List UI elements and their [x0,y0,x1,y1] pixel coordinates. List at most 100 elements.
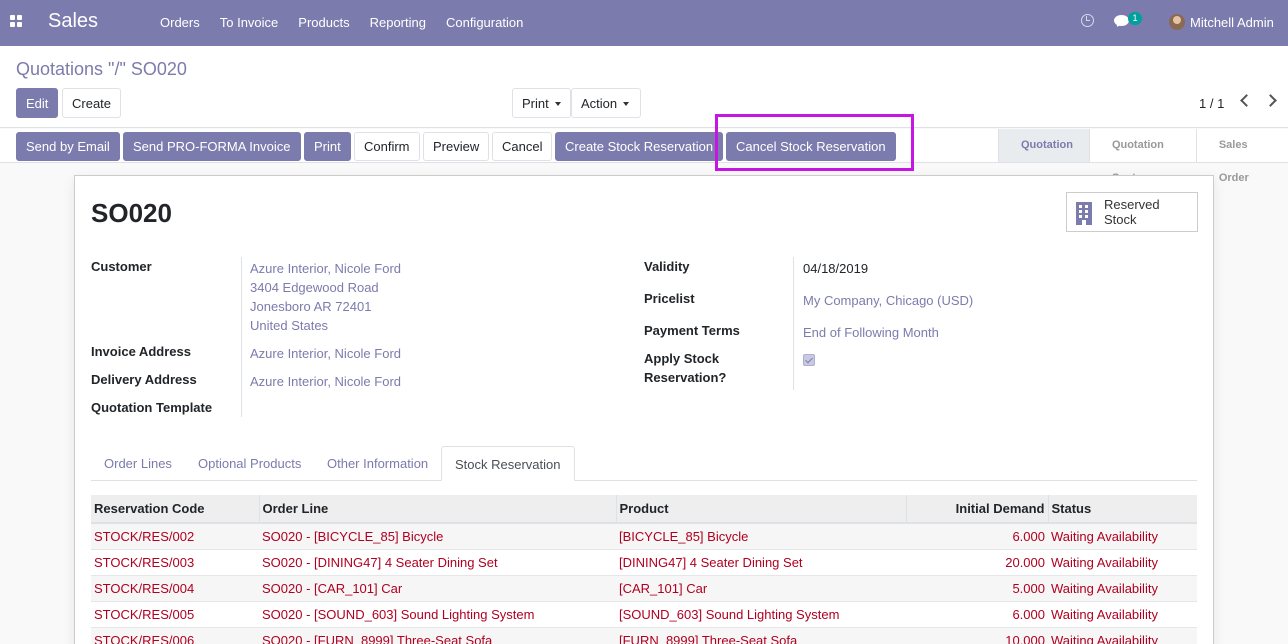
cell-status: Waiting Availability [1048,601,1197,628]
print-dropdown[interactable]: Print [512,88,571,118]
reserved-stock-smart-button[interactable]: Reserved Stock [1066,192,1198,232]
user-avatar[interactable] [1169,14,1185,30]
col-product[interactable]: Product [616,495,907,524]
print-button[interactable]: Print [304,132,351,161]
edit-button[interactable]: Edit [16,88,59,118]
messages-badge: 1 [1128,12,1142,25]
cell-initial-demand: 10.000 [906,627,1048,644]
quotation-template-label: Quotation Template [91,400,213,415]
col-reservation-code[interactable]: Reservation Code [91,495,260,524]
cell-initial-demand: 20.000 [906,549,1048,576]
cell-reservation-code: STOCK/RES/004 [91,575,259,602]
app-name[interactable]: Sales [48,10,98,33]
cell-reservation-code: STOCK/RES/006 [91,627,259,644]
top-navbar: Sales Orders To Invoice Products Reporti… [0,0,1288,46]
create-stock-reservation-button[interactable]: Create Stock Reservation [555,132,724,161]
menu-to-invoice[interactable]: To Invoice [210,0,289,46]
pager-previous-icon[interactable] [1240,94,1253,107]
send-proforma-invoice-button[interactable]: Send PRO-FORMA Invoice [123,132,301,161]
pager-value[interactable]: 1 / 1 [1199,96,1224,111]
customer-street: 3404 Edgewood Road [250,280,379,295]
invoice-address-label: Invoice Address [91,344,191,359]
validity-field[interactable]: 04/18/2019 [803,259,868,278]
apps-grid-icon[interactable] [10,15,23,28]
cell-status: Waiting Availability [1048,549,1197,576]
breadcrumb[interactable]: Quotations "/" SO020 [16,59,187,80]
customer-name[interactable]: Azure Interior, Nicole Ford [250,259,401,278]
pricelist-label: Pricelist [644,291,695,306]
tab-order-lines[interactable]: Order Lines [91,446,185,481]
validity-label: Validity [644,259,690,274]
cancel-stock-reservation-button[interactable]: Cancel Stock Reservation [726,132,896,161]
cancel-button[interactable]: Cancel [492,132,553,161]
cell-order-line: SO020 - [BICYCLE_85] Bicycle [259,523,616,550]
action-dropdown[interactable]: Action [571,88,642,118]
cell-initial-demand: 6.000 [906,523,1048,550]
control-panel: Quotations "/" SO020 Edit Create Print A… [0,46,1288,128]
col-status[interactable]: Status [1048,495,1197,524]
cell-product: [DINING47] 4 Seater Dining Set [616,549,906,576]
stage-quotation-sent[interactable]: Quotation Sent [1088,129,1196,184]
stage-sales-order[interactable]: Sales Order [1195,129,1288,184]
tab-optional-products[interactable]: Optional Products [185,446,314,481]
building-icon [1076,202,1092,225]
cell-order-line: SO020 - [DINING47] 4 Seater Dining Set [259,549,616,576]
table-row[interactable]: STOCK/RES/003 SO020 - [DINING47] 4 Seate… [91,549,1197,576]
tab-stock-reservation[interactable]: Stock Reservation [441,446,575,481]
left-group-divider [241,257,242,417]
menu-configuration[interactable]: Configuration [436,0,533,46]
action-dropdown-label: Action [581,95,618,111]
confirm-button[interactable]: Confirm [354,132,420,161]
table-row[interactable]: STOCK/RES/002 SO020 - [BICYCLE_85] Bicyc… [91,523,1197,550]
col-order-line[interactable]: Order Line [259,495,617,524]
table-header-row: Reservation Code Order Line Product Init… [91,495,1197,524]
pager-next-icon[interactable] [1264,94,1277,107]
col-initial-demand[interactable]: Initial Demand [906,495,1049,524]
table-row[interactable]: STOCK/RES/004 SO020 - [CAR_101] Car [CAR… [91,575,1197,602]
right-group-divider [793,257,794,390]
activity-clock-icon[interactable] [1081,14,1094,27]
cell-status: Waiting Availability [1048,523,1197,550]
cell-reservation-code: STOCK/RES/002 [91,523,259,550]
create-button[interactable]: Create [62,88,122,118]
menu-orders[interactable]: Orders [150,0,210,46]
stock-reservation-table: Reservation Code Order Line Product Init… [91,495,1197,644]
reserved-stock-label-line2: Stock [1104,212,1137,227]
print-caret-icon [554,102,561,107]
table-row[interactable]: STOCK/RES/005 SO020 - [SOUND_603] Sound … [91,601,1197,628]
invoice-address-field[interactable]: Azure Interior, Nicole Ford [250,344,401,363]
reserved-stock-label: Reserved Stock [1104,197,1160,227]
user-name[interactable]: Mitchell Admin [1190,15,1274,30]
preview-button[interactable]: Preview [423,132,490,161]
cell-order-line: SO020 - [SOUND_603] Sound Lighting Syste… [259,601,616,628]
payment-terms-field[interactable]: End of Following Month [803,323,939,342]
table-row[interactable]: STOCK/RES/006 SO020 - [FURN_8999] Three-… [91,627,1197,644]
delivery-address-label: Delivery Address [91,372,197,387]
action-caret-icon [623,102,630,107]
messages-chat-icon[interactable] [1114,15,1129,26]
cell-status: Waiting Availability [1048,627,1197,644]
menu-reporting[interactable]: Reporting [360,0,436,46]
customer-city: Jonesboro AR 72401 [250,299,372,314]
apply-stock-label-line1: Apply Stock [644,351,720,366]
status-bar: Send by Email Send PRO-FORMA Invoice Pri… [0,129,1288,184]
cell-initial-demand: 5.000 [906,575,1048,602]
apply-stock-reservation-checkbox[interactable] [803,354,815,366]
cell-reservation-code: STOCK/RES/005 [91,601,259,628]
cell-product: [BICYCLE_85] Bicycle [616,523,906,550]
tab-other-information[interactable]: Other Information [314,446,441,481]
delivery-address-field[interactable]: Azure Interior, Nicole Ford [250,372,401,391]
cell-order-line: SO020 - [FURN_8999] Three-Seat Sofa [259,627,616,644]
apply-stock-label-line2: Reservation? [644,370,727,385]
menu-products[interactable]: Products [288,0,359,46]
payment-terms-label: Payment Terms [644,323,740,338]
pricelist-field[interactable]: My Company, Chicago (USD) [803,291,973,310]
cell-order-line: SO020 - [CAR_101] Car [259,575,616,602]
send-by-email-button[interactable]: Send by Email [16,132,120,161]
cell-product: [SOUND_603] Sound Lighting System [616,601,906,628]
apply-stock-reservation-label: Apply Stock Reservation? [644,349,726,387]
main-menu: Orders To Invoice Products Reporting Con… [150,0,533,46]
customer-country: United States [250,318,329,333]
stage-pipeline: Quotation Quotation Sent Sales Order [998,129,1288,184]
stage-quotation[interactable]: Quotation [998,129,1089,162]
